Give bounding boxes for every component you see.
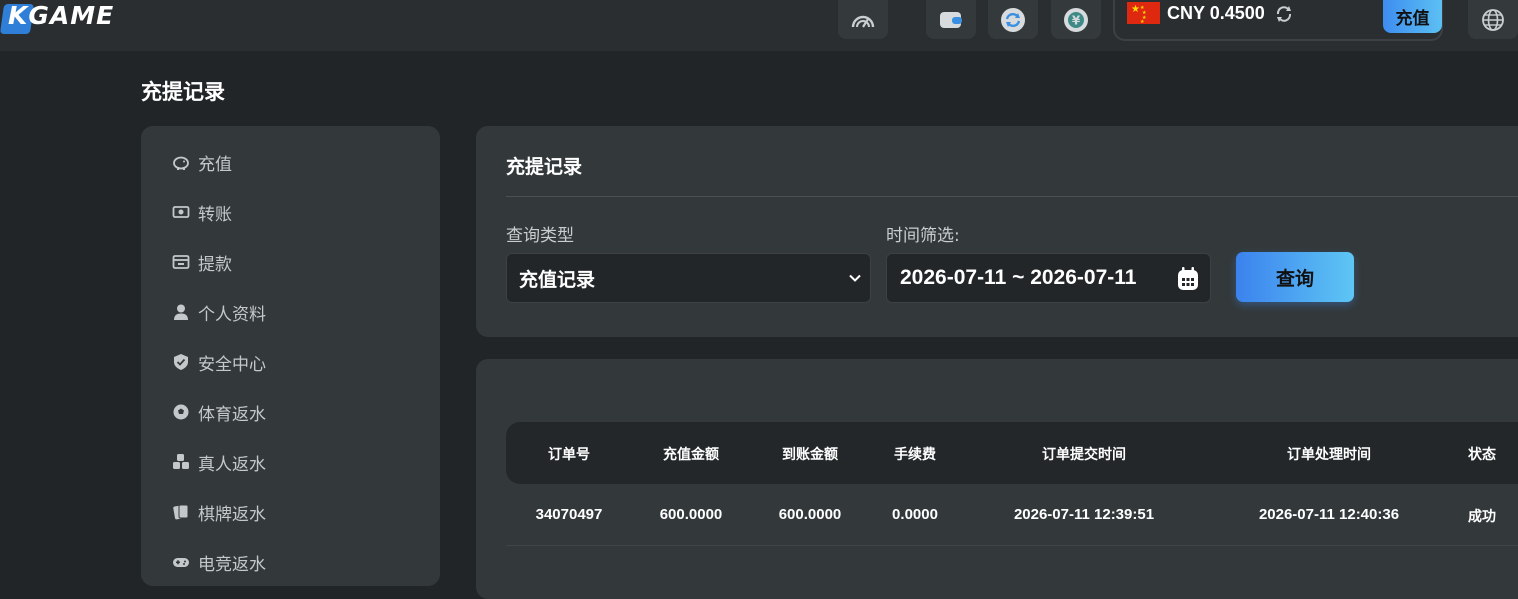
speed-meter-icon <box>851 15 875 28</box>
date-range-input[interactable]: 2026-07-11 ~ 2026-07-11 <box>886 253 1211 303</box>
chevron-down-icon <box>849 274 861 282</box>
header-process-time: 订单处理时间 <box>1287 447 1371 463</box>
sidebar-item-label: 真人返水 <box>198 454 266 475</box>
header-order-id: 订单号 <box>548 447 590 463</box>
kgame-logo[interactable]: KGAME <box>0 0 162 34</box>
balance-text: CNY 0.4500 <box>1167 3 1265 24</box>
sidebar-item-label: 电竞返水 <box>198 554 266 575</box>
balance-display: ★ ★ ★ ★ ★ CNY 0.4500 充值 <box>1113 0 1443 41</box>
header-fee: 手续费 <box>894 447 936 463</box>
top-bar: KGAME ¥ ★ ★ ★ ★ ★ CNY 0.4500 充值 <box>0 0 1518 51</box>
sync-button[interactable] <box>988 0 1038 39</box>
yuan-coin-icon: ¥ <box>1064 7 1088 32</box>
sidebar-item-withdraw[interactable]: 提款 <box>172 250 232 275</box>
sidebar-item-label: 提款 <box>198 254 232 275</box>
svg-text:¥: ¥ <box>1072 13 1081 27</box>
page-title: 充提记录 <box>141 80 225 104</box>
speed-meter-button[interactable] <box>838 0 888 39</box>
balance-amount: 0.4500 <box>1209 3 1265 23</box>
cell-credited-amount: 600.0000 <box>778 506 842 523</box>
divider <box>506 196 1518 197</box>
sidebar-item-label: 充值 <box>198 154 232 175</box>
sidebar-item-transfer[interactable]: 转账 <box>172 200 232 225</box>
exchange-button[interactable]: ¥ <box>1051 0 1101 39</box>
query-type-select[interactable]: 充值记录 <box>506 253 871 303</box>
table-row: 34070497 600.0000 600.0000 0.0000 2026-0… <box>506 484 1518 546</box>
time-filter-label: 时间筛选: <box>886 226 960 246</box>
dice-icon <box>173 454 189 469</box>
query-type-label: 查询类型 <box>506 226 574 246</box>
sidebar-item-label: 个人资料 <box>198 304 266 325</box>
cell-deposit-amount: 600.0000 <box>659 506 723 523</box>
table-header: 订单号 充值金额 到账金额 手续费 订单提交时间 订单处理时间 状态 <box>506 422 1518 484</box>
header-status: 状态 <box>1468 447 1496 463</box>
shield-icon <box>174 354 188 370</box>
sidebar-item-label: 安全中心 <box>198 354 266 375</box>
sidebar: 充值 转账 提款 个人资料 安全中心 体育返水 真人返水 棋牌返水 电竞返水 <box>141 126 440 586</box>
cell-process-time: 2026-07-11 12:40:36 <box>1258 506 1400 523</box>
logo-text: KGAME <box>8 1 115 30</box>
sync-icon <box>1001 7 1025 32</box>
withdraw-icon <box>172 255 190 269</box>
records-table-panel: 订单号 充值金额 到账金额 手续费 订单提交时间 订单处理时间 状态 34070… <box>476 359 1518 599</box>
sidebar-item-security[interactable]: 安全中心 <box>172 350 266 375</box>
wallet-icon <box>940 11 962 28</box>
panel-title: 充提记录 <box>506 156 583 178</box>
cell-status: 成功 <box>1468 509 1496 525</box>
sidebar-item-cards-rebate[interactable]: 棋牌返水 <box>172 500 266 525</box>
money-transfer-icon <box>172 206 190 218</box>
user-icon <box>174 304 188 320</box>
soccer-ball-icon <box>173 404 189 420</box>
calendar-icon[interactable] <box>1176 266 1200 292</box>
globe-icon <box>1482 8 1504 31</box>
filter-panel: 充提记录 查询类型 充值记录 时间筛选: 2026-07-11 ~ 2026-0… <box>476 126 1518 337</box>
cell-submit-time: 2026-07-11 12:39:51 <box>1013 506 1155 523</box>
cell-order-id: 34070497 <box>535 506 603 523</box>
query-type-value: 充值记录 <box>519 268 596 291</box>
gamepad-icon <box>173 558 189 567</box>
header-submit-time: 订单提交时间 <box>1042 447 1126 463</box>
sidebar-item-label: 体育返水 <box>198 404 266 425</box>
date-range-value: 2026-07-11 ~ 2026-07-11 <box>900 266 1137 289</box>
cell-fee: 0.0000 <box>892 506 938 523</box>
query-button[interactable]: 查询 <box>1236 252 1354 302</box>
wallet-button[interactable] <box>926 0 976 39</box>
balance-currency: CNY <box>1167 3 1205 23</box>
sidebar-item-esports-rebate[interactable]: 电竞返水 <box>172 550 266 575</box>
sidebar-item-sports-rebate[interactable]: 体育返水 <box>172 400 266 425</box>
sidebar-item-deposit[interactable]: 充值 <box>172 150 232 175</box>
sidebar-item-profile[interactable]: 个人资料 <box>172 300 266 325</box>
cards-icon <box>173 504 189 520</box>
china-flag-icon: ★ ★ ★ ★ ★ <box>1127 2 1160 25</box>
sidebar-item-live-rebate[interactable]: 真人返水 <box>172 450 266 475</box>
refresh-balance-icon[interactable] <box>1275 5 1293 23</box>
header-credited-amount: 到账金额 <box>782 447 838 463</box>
deposit-button[interactable]: 充值 <box>1383 0 1442 33</box>
sidebar-item-label: 转账 <box>198 204 232 225</box>
piggy-bank-icon <box>173 156 189 170</box>
language-button[interactable] <box>1468 0 1518 39</box>
header-deposit-amount: 充值金额 <box>663 447 719 463</box>
sidebar-item-label: 棋牌返水 <box>198 504 266 525</box>
